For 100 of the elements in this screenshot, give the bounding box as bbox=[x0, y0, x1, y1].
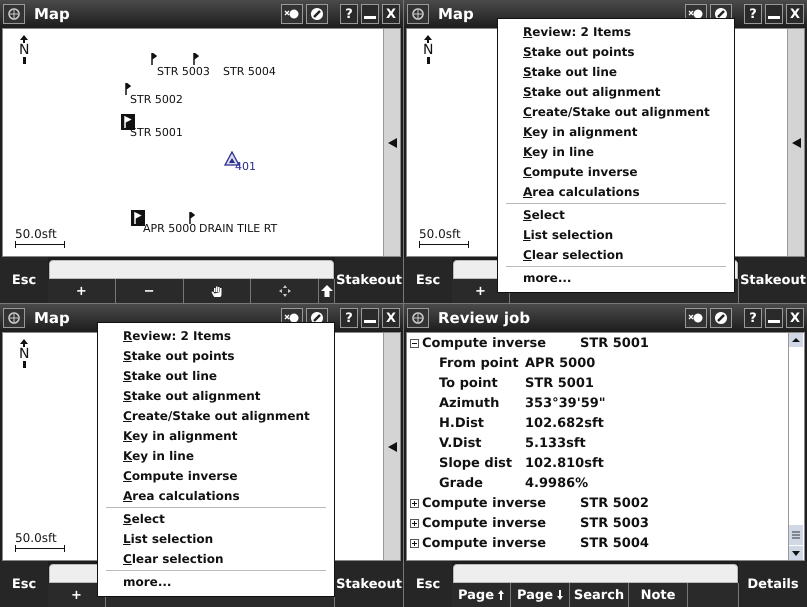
menu-item[interactable]: Stake out points bbox=[98, 346, 334, 366]
collapse-icon[interactable] bbox=[410, 338, 419, 348]
scale-label: 50.0sft bbox=[15, 227, 58, 241]
app-menu-icon[interactable] bbox=[407, 308, 429, 328]
field-value: APR 5000 bbox=[525, 356, 596, 370]
scale-bar-icon bbox=[419, 241, 469, 248]
menu-item[interactable]: Key in line bbox=[498, 142, 734, 162]
help-button[interactable]: ? bbox=[744, 4, 762, 24]
field-label: Grade bbox=[439, 476, 484, 490]
satellite-status-icon[interactable] bbox=[281, 4, 303, 24]
up-arrow-button[interactable] bbox=[319, 279, 335, 303]
window-title: Map bbox=[34, 5, 71, 23]
menu-item[interactable]: Select bbox=[98, 509, 334, 529]
esc-button[interactable]: Esc bbox=[0, 257, 48, 303]
tree-item[interactable]: Compute inverse STR 5002 bbox=[407, 493, 788, 513]
expand-icon[interactable] bbox=[410, 518, 419, 528]
expand-icon[interactable] bbox=[410, 498, 419, 508]
up-arrow-icon bbox=[320, 285, 332, 297]
app-menu-icon[interactable] bbox=[407, 4, 429, 24]
menu-item[interactable]: Compute inverse bbox=[498, 162, 734, 182]
app-menu-icon[interactable] bbox=[3, 4, 25, 24]
selected-flag-icon[interactable] bbox=[121, 114, 135, 130]
record-type: Compute inverse bbox=[422, 536, 548, 550]
close-button[interactable]: X bbox=[382, 308, 400, 328]
menu-item[interactable]: Stake out alignment bbox=[498, 82, 734, 102]
flag-icon[interactable] bbox=[151, 53, 157, 65]
flag-icon[interactable] bbox=[125, 83, 131, 95]
menu-item[interactable]: Create/Stake out alignment bbox=[498, 102, 734, 122]
left-arrow-icon bbox=[792, 138, 800, 148]
north-tick-icon bbox=[426, 57, 430, 64]
menu-item[interactable]: Key in alignment bbox=[498, 122, 734, 142]
scale-label: 50.0sft bbox=[419, 227, 462, 241]
esc-button[interactable]: Esc bbox=[404, 257, 452, 303]
esc-button[interactable]: Esc bbox=[0, 561, 48, 607]
north-arrow-icon bbox=[20, 339, 28, 347]
minimize-button[interactable] bbox=[765, 4, 783, 24]
menu-item[interactable]: Create/Stake out alignment bbox=[98, 406, 334, 426]
field-label: V.Dist bbox=[439, 436, 483, 450]
minimize-icon bbox=[364, 16, 376, 18]
menu-item[interactable]: Area calculations bbox=[98, 486, 334, 506]
scale-bar-icon bbox=[15, 241, 65, 248]
scroll-up-button[interactable] bbox=[789, 333, 803, 347]
side-panel-toggle[interactable] bbox=[787, 29, 804, 256]
menu-item[interactable]: Key in line bbox=[98, 446, 334, 466]
tree-item[interactable]: Compute inverse STR 5004 bbox=[407, 533, 788, 553]
north-label: N bbox=[19, 347, 30, 361]
close-button[interactable]: X bbox=[382, 4, 400, 24]
menu-item[interactable]: Clear selection bbox=[98, 549, 334, 569]
flag-icon[interactable] bbox=[189, 212, 195, 224]
esc-button[interactable]: Esc bbox=[404, 561, 452, 607]
flag-icon[interactable] bbox=[193, 53, 199, 65]
menu-item[interactable]: Stake out points bbox=[498, 42, 734, 62]
hand-icon bbox=[210, 285, 223, 297]
menu-item[interactable]: Stake out line bbox=[98, 366, 334, 386]
menu-item[interactable]: Review: 2 Items bbox=[498, 22, 734, 42]
close-button[interactable]: X bbox=[786, 308, 804, 328]
menu-item[interactable]: Stake out alignment bbox=[98, 386, 334, 406]
help-button[interactable]: ? bbox=[744, 308, 762, 328]
menu-item[interactable]: Compute inverse bbox=[98, 466, 334, 486]
menu-item[interactable]: Select bbox=[498, 205, 734, 225]
record-type: Compute inverse bbox=[422, 496, 548, 510]
action-button[interactable]: Details bbox=[739, 561, 807, 607]
action-button[interactable]: Stakeout bbox=[335, 257, 403, 303]
minimize-button[interactable] bbox=[765, 308, 783, 328]
selected-flag-icon[interactable] bbox=[131, 210, 145, 226]
menu-item[interactable]: Clear selection bbox=[498, 245, 734, 265]
point-label: DRAIN TILE RT bbox=[199, 222, 278, 236]
expand-icon[interactable] bbox=[410, 538, 419, 548]
minimize-button[interactable] bbox=[361, 308, 379, 328]
menu-item[interactable]: Stake out line bbox=[498, 62, 734, 82]
menu-item[interactable]: List selection bbox=[98, 529, 334, 549]
menu-item[interactable]: Key in alignment bbox=[98, 426, 334, 446]
help-button[interactable]: ? bbox=[340, 4, 358, 24]
action-button[interactable]: Stakeout bbox=[739, 257, 807, 303]
input-field[interactable] bbox=[453, 564, 738, 583]
scroll-thumb[interactable] bbox=[789, 525, 803, 545]
menu-item[interactable]: Area calculations bbox=[498, 182, 734, 202]
no-entry-icon[interactable] bbox=[710, 308, 732, 328]
help-button[interactable]: ? bbox=[340, 308, 358, 328]
field-value: 353°39'59" bbox=[525, 396, 606, 410]
tree-item[interactable]: Compute inverse STR 5001 bbox=[407, 333, 788, 353]
app-menu-icon[interactable] bbox=[3, 308, 25, 328]
minimize-button[interactable] bbox=[361, 4, 379, 24]
side-panel-toggle[interactable] bbox=[383, 333, 400, 560]
side-panel-toggle[interactable] bbox=[383, 29, 400, 256]
action-button[interactable]: Stakeout bbox=[335, 561, 403, 607]
close-button[interactable]: X bbox=[786, 4, 804, 24]
tree-item[interactable]: Compute inverse STR 5003 bbox=[407, 513, 788, 533]
input-field[interactable] bbox=[49, 260, 334, 279]
menu-item[interactable]: List selection bbox=[498, 225, 734, 245]
menu-item[interactable]: Review: 2 Items bbox=[98, 326, 334, 346]
scrollbar[interactable] bbox=[788, 333, 804, 560]
north-label: N bbox=[423, 43, 434, 57]
field-label: From point bbox=[439, 356, 520, 370]
field-label: H.Dist bbox=[439, 416, 486, 430]
record-point: STR 5003 bbox=[580, 516, 649, 530]
scroll-down-button[interactable] bbox=[789, 546, 803, 560]
satellite-status-icon[interactable] bbox=[685, 308, 707, 328]
left-arrow-icon bbox=[388, 442, 396, 452]
no-entry-icon[interactable] bbox=[306, 4, 328, 24]
